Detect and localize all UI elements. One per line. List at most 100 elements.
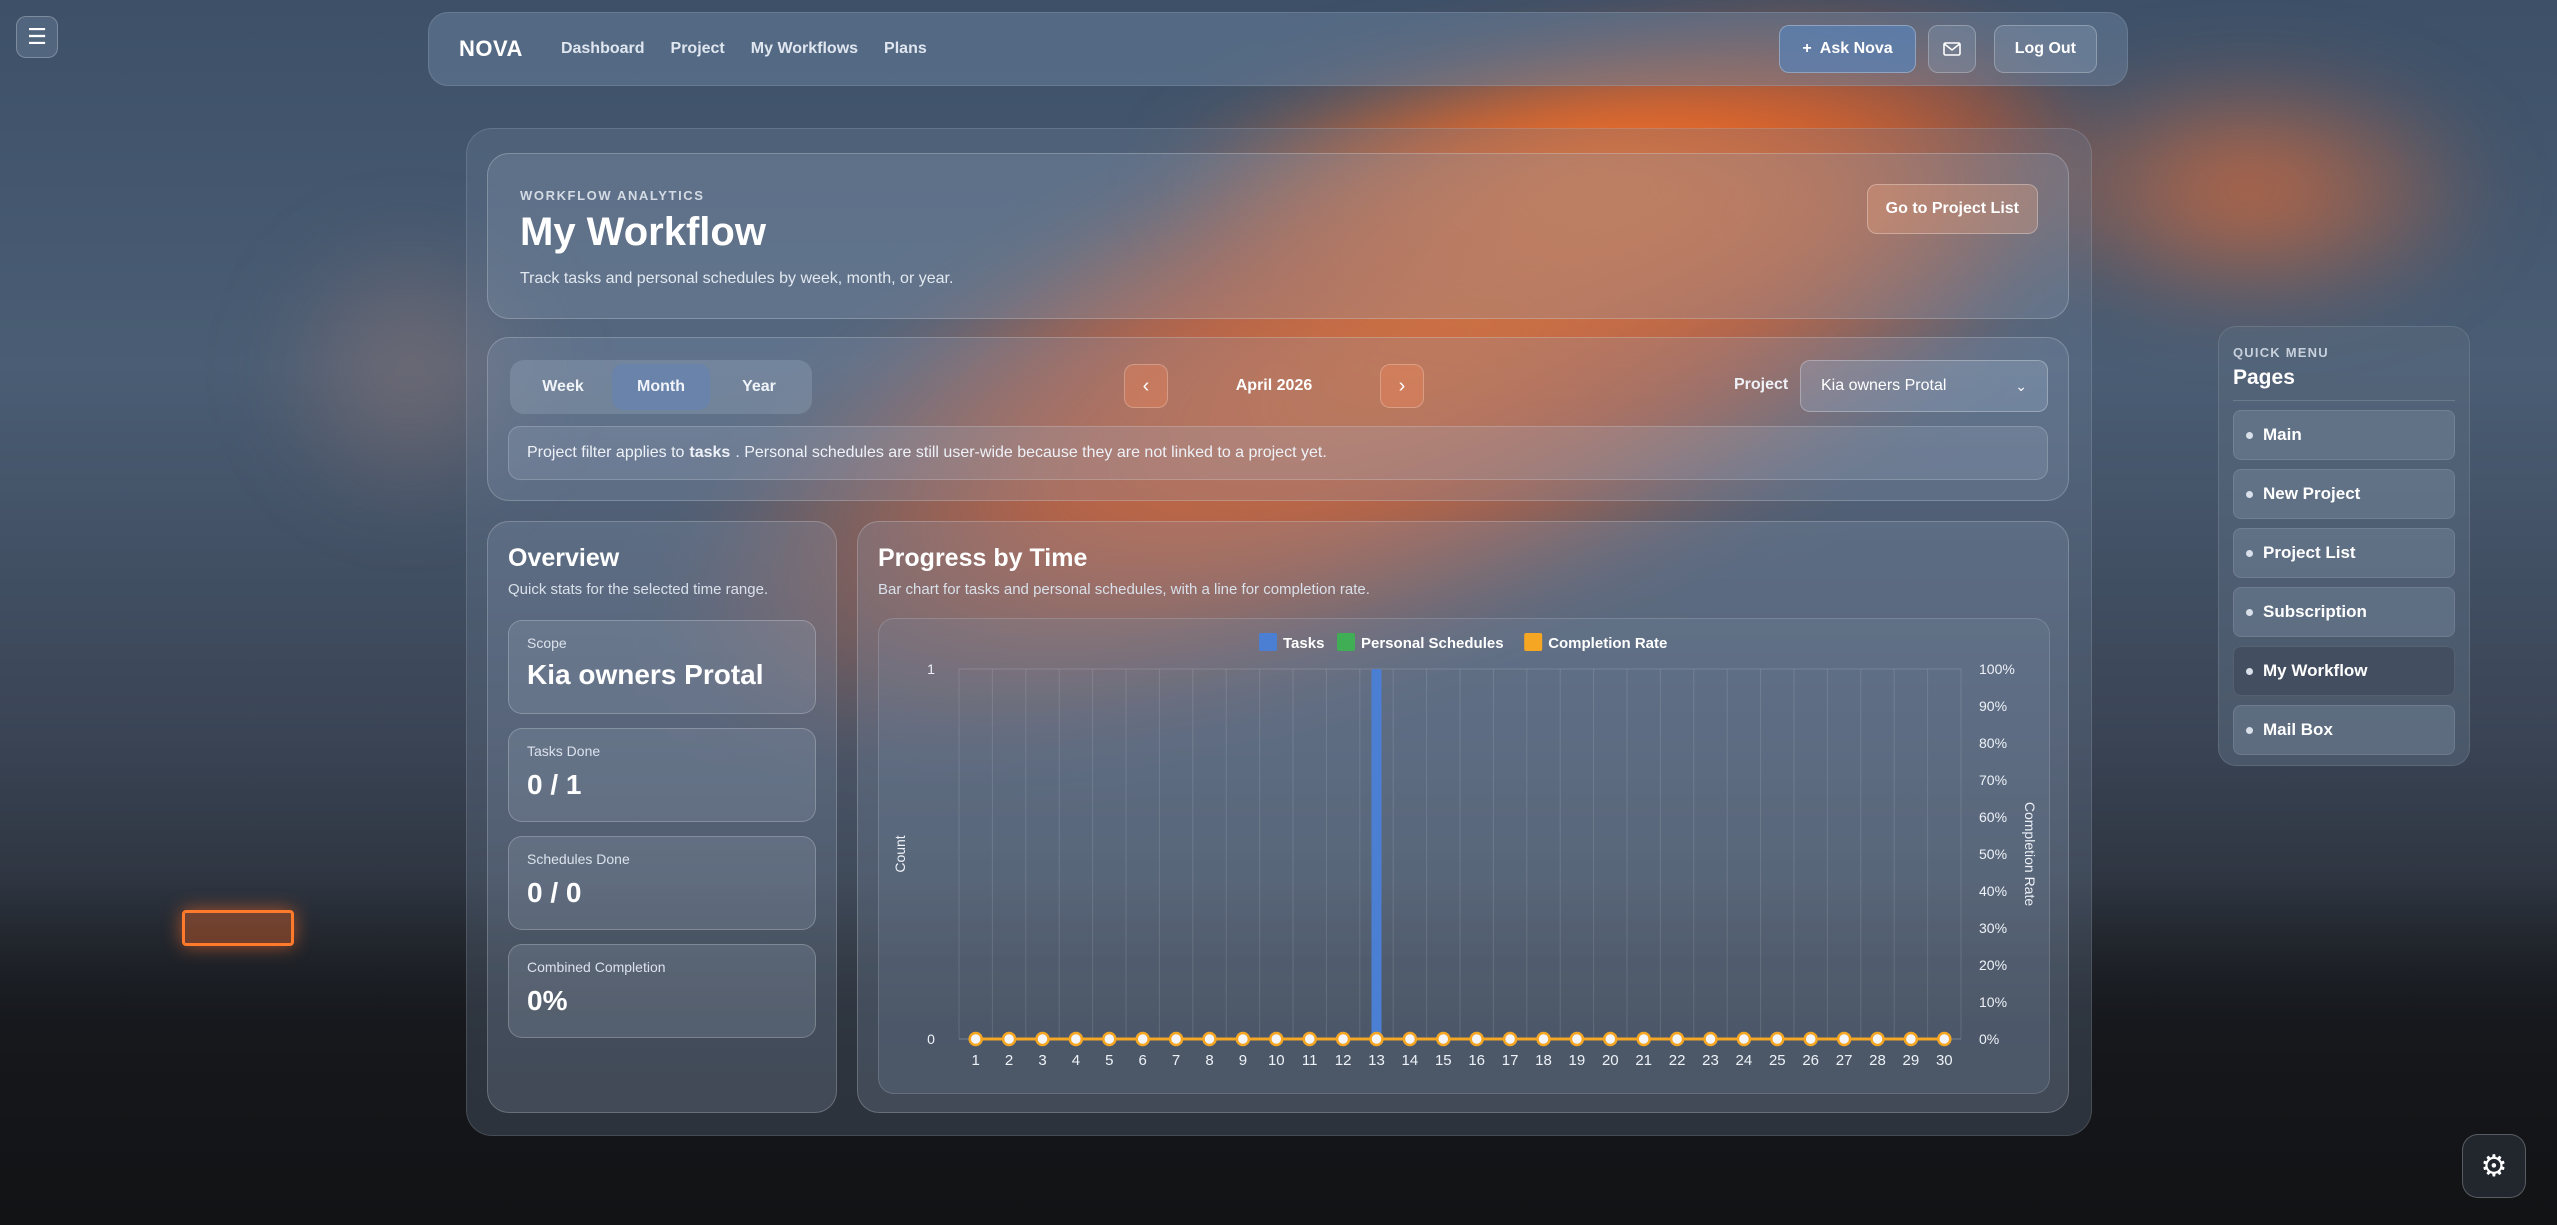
nav-link-project[interactable]: Project	[671, 40, 725, 58]
main-panel: WORKFLOW ANALYTICS My Workflow Track tas…	[466, 128, 2092, 1136]
quick-menu-item-main[interactable]: Main	[2233, 410, 2455, 460]
bullet-icon	[2246, 667, 2253, 675]
completion-rate-point	[1569, 1031, 1585, 1047]
y-tick-label: 0	[927, 1031, 935, 1047]
x-tick-label: 19	[1569, 1052, 1586, 1069]
quick-menu-item-mail-box[interactable]: Mail Box	[2233, 705, 2455, 755]
y2-tick-label: 10%	[1979, 994, 2007, 1010]
stat-schedules-done: Schedules Done 0 / 0	[508, 836, 816, 930]
x-tick-label: 8	[1205, 1052, 1213, 1069]
completion-rate-point	[1836, 1031, 1852, 1047]
x-tick-label: 13	[1368, 1052, 1385, 1069]
nav-link-dashboard[interactable]: Dashboard	[561, 40, 645, 58]
ask-nova-button[interactable]: + Ask Nova	[1779, 25, 1916, 73]
range-tab-year[interactable]: Year	[710, 364, 808, 410]
top-navbar: NOVA Dashboard Project My Workflows Plan…	[428, 12, 2128, 86]
completion-rate-point	[1001, 1031, 1017, 1047]
legend-swatch	[1524, 633, 1543, 651]
completion-rate-point	[1870, 1031, 1885, 1047]
y2-tick-label: 100%	[1979, 661, 2015, 677]
stat-tasks-done-label: Tasks Done	[527, 743, 601, 759]
completion-rate-point	[1536, 1031, 1551, 1047]
range-tab-month[interactable]: Month	[612, 364, 710, 410]
completion-rate-point	[1335, 1031, 1351, 1047]
completion-rate-point	[1035, 1031, 1050, 1047]
y2-tick-label: 90%	[1979, 698, 2007, 714]
x-tick-label: 24	[1736, 1052, 1753, 1069]
x-tick-label: 4	[1072, 1052, 1080, 1069]
x-tick-label: 12	[1335, 1052, 1352, 1069]
hamburger-menu-button[interactable]: ☰	[16, 16, 58, 58]
period-label: April 2026	[1235, 377, 1313, 394]
x-tick-label: 28	[1869, 1052, 1886, 1069]
x-tick-label: 14	[1402, 1052, 1419, 1069]
quick-menu-item-label: Subscription	[2263, 602, 2367, 621]
y2-tick-label: 0%	[1979, 1031, 1999, 1047]
filter-card: Week Month Year ‹ April 2026 › Project K…	[487, 337, 2069, 501]
completion-rate-point	[1736, 1031, 1752, 1047]
quick-menu-title: Pages	[2233, 366, 2455, 401]
period-navigator: ‹ April 2026 ›	[1124, 364, 1424, 408]
x-tick-label: 10	[1268, 1052, 1285, 1069]
range-tab-week[interactable]: Week	[514, 364, 612, 410]
quick-menu-item-new-project[interactable]: New Project	[2233, 469, 2455, 519]
notice-text-pre: Project filter applies to	[527, 444, 685, 461]
completion-rate-point	[1669, 1031, 1685, 1047]
completion-rate-point	[1102, 1031, 1117, 1047]
range-segmented-control: Week Month Year	[510, 360, 812, 414]
completion-rate-point	[1770, 1031, 1785, 1047]
x-tick-label: 26	[1802, 1052, 1819, 1069]
nav-link-my-workflows[interactable]: My Workflows	[751, 40, 858, 58]
y2-tick-label: 40%	[1979, 883, 2007, 899]
overview-card: Overview Quick stats for the selected ti…	[487, 521, 837, 1113]
project-filter-notice: Project filter applies to tasks . Person…	[508, 426, 2048, 480]
y2-tick-label: 30%	[1979, 920, 2007, 936]
completion-rate-point	[1302, 1031, 1317, 1047]
completion-rate-point	[1469, 1031, 1484, 1047]
chevron-down-icon: ⌄	[2015, 377, 2027, 394]
legend-label: Personal Schedules	[1361, 635, 1504, 652]
logout-button[interactable]: Log Out	[1993, 25, 2097, 73]
completion-rate-point	[1135, 1031, 1150, 1047]
mail-icon	[1942, 42, 1961, 56]
quick-menu-item-my-workflow[interactable]: My Workflow	[2233, 646, 2455, 696]
completion-rate-point	[1202, 1031, 1217, 1047]
nav-link-plans[interactable]: Plans	[884, 40, 927, 58]
completion-rate-point	[1369, 1031, 1384, 1047]
stat-tasks-done: Tasks Done 0 / 1	[508, 728, 816, 822]
settings-button[interactable]: ⚙	[2462, 1134, 2526, 1198]
previous-period-button[interactable]: ‹	[1124, 364, 1168, 408]
bullet-icon	[2246, 608, 2253, 616]
stat-combined-completion-label: Combined Completion	[527, 959, 666, 975]
completion-rate-point	[1235, 1031, 1251, 1047]
x-tick-label: 7	[1172, 1052, 1180, 1069]
progress-subtitle: Bar chart for tasks and personal schedul…	[878, 581, 1370, 598]
x-tick-label: 1	[972, 1052, 980, 1069]
completion-rate-point	[1068, 1031, 1084, 1047]
x-tick-label: 23	[1702, 1052, 1719, 1069]
progress-chart-container: 0 1 0% 10% 20% 30% 40% 50% 60% 70% 80% 90% 100% Count…	[878, 618, 2050, 1094]
x-tick-label: 16	[1468, 1052, 1485, 1069]
quick-menu-item-label: New Project	[2263, 484, 2361, 503]
go-to-project-list-button[interactable]: Go to Project List	[1866, 184, 2038, 234]
x-tick-label: 6	[1139, 1052, 1147, 1069]
x-tick-label: 5	[1105, 1052, 1113, 1069]
next-period-button[interactable]: ›	[1380, 364, 1424, 408]
completion-rate-point	[968, 1031, 983, 1047]
x-tick-label: 22	[1669, 1052, 1686, 1069]
page-subtitle: Track tasks and personal schedules by we…	[520, 270, 954, 287]
quick-menu: QUICK MENU Pages Main New Project Projec…	[2218, 326, 2470, 766]
brand-logo[interactable]: NOVA	[459, 36, 523, 62]
quick-menu-eyebrow: QUICK MENU	[2233, 345, 2329, 360]
page-title: My Workflow	[520, 210, 766, 254]
quick-menu-item-label: Project List	[2263, 543, 2356, 562]
x-tick-label: 2	[1005, 1052, 1013, 1069]
quick-menu-item-project-list[interactable]: Project List	[2233, 528, 2455, 578]
gear-icon: ⚙	[2480, 1149, 2508, 1183]
bullet-icon	[2246, 726, 2253, 734]
chevron-right-icon: ›	[1398, 374, 1406, 397]
mail-button[interactable]	[1927, 25, 1976, 73]
project-select[interactable]: Kia owners Protal ⌄	[1800, 360, 2048, 412]
y2-tick-label: 60%	[1979, 809, 2007, 825]
quick-menu-item-subscription[interactable]: Subscription	[2233, 587, 2455, 637]
